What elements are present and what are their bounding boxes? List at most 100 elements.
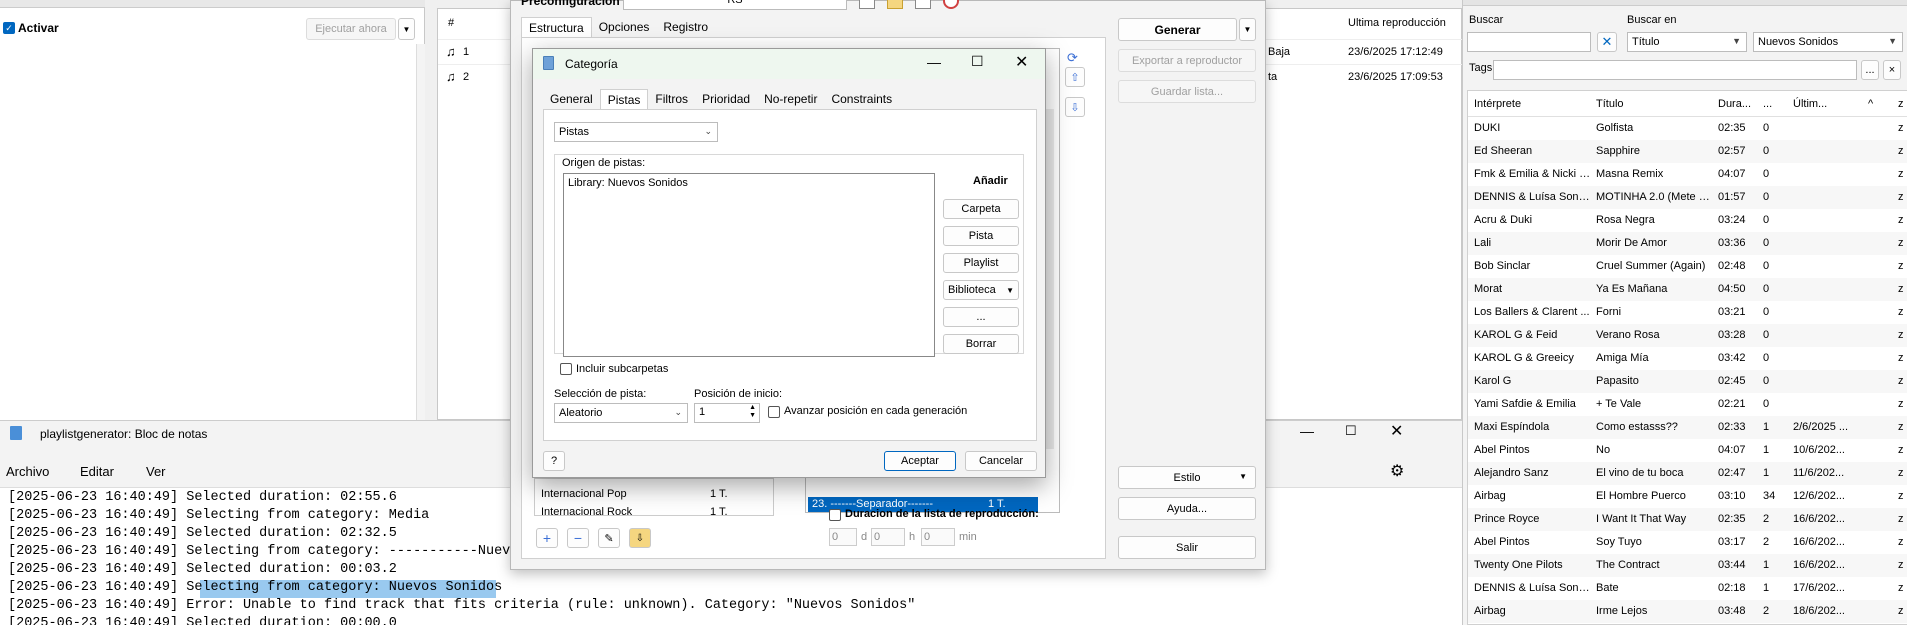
table-row[interactable]: Morat Ya Es Mañana 04:50 0 z	[1468, 278, 1907, 301]
borrar-button[interactable]: Borrar	[943, 334, 1019, 354]
category-list[interactable]: Internacional Pop 1 T. Internacional Roc…	[534, 478, 774, 516]
avanzar-checkbox[interactable]	[768, 406, 780, 418]
estilo-button[interactable]: Estilo ▼	[1118, 466, 1256, 489]
buscar-en-select[interactable]: Título ▼	[1627, 32, 1747, 52]
table-row[interactable]: Lali Morir De Amor 03:36 0 z	[1468, 232, 1907, 255]
cancelar-button[interactable]: Cancelar	[965, 451, 1037, 471]
tab-registro[interactable]: Registro	[656, 17, 715, 37]
remove-category-button[interactable]: −	[567, 528, 589, 548]
add-category-button[interactable]: +	[536, 528, 558, 548]
ejecutar-ahora-button[interactable]: Ejecutar ahora	[306, 18, 396, 40]
origen-item[interactable]: Library: Nuevos Sonidos	[568, 177, 688, 189]
notepad-maximize-button[interactable]: ☐	[1345, 423, 1357, 439]
table-row[interactable]: Ed Sheeran Sapphire 02:57 0 z	[1468, 140, 1907, 163]
duracion-minutes-field[interactable]: 0	[921, 528, 955, 546]
search-input[interactable]	[1467, 32, 1591, 52]
exportar-button[interactable]: Exportar a reproductor	[1118, 49, 1256, 72]
table-row[interactable]: DENNIS & Luísa Sonz... MOTINHA 2.0 (Mete …	[1468, 186, 1907, 209]
pista-button[interactable]: Pista	[943, 226, 1019, 246]
table-row[interactable]: Abel Pintos No 04:07 1 10/6/202... z	[1468, 439, 1907, 462]
duracion-hours-field[interactable]: 0	[871, 528, 905, 546]
header-ultima[interactable]: Últim...	[1793, 91, 1827, 117]
tab-estructura[interactable]: Estructura	[521, 17, 592, 37]
tab-filtros[interactable]: Filtros	[648, 89, 695, 109]
table-row[interactable]: Acru & Duki Rosa Negra 03:24 0 z	[1468, 209, 1907, 232]
ayuda-button[interactable]: Ayuda...	[1118, 497, 1256, 520]
table-row[interactable]: Yami Safdie & Emilia + Te Vale 02:21 0 z	[1468, 393, 1907, 416]
delete-icon[interactable]	[943, 0, 959, 9]
duracion-days-field[interactable]: 0	[829, 528, 857, 546]
move-up-button[interactable]: ⇧	[1065, 67, 1085, 87]
table-row[interactable]: Los Ballers & Clarent ... Forni 03:21 0 z	[1468, 301, 1907, 324]
guardar-lista-button[interactable]: Guardar lista...	[1118, 80, 1256, 103]
table-row[interactable]: Abel Pintos Soy Tuyo 03:17 2 16/6/202... z	[1468, 531, 1907, 554]
origen-listbox[interactable]: Library: Nuevos Sonidos	[563, 173, 935, 357]
notepad-menu-archivo[interactable]: Archivo	[6, 464, 49, 479]
import-category-button[interactable]: ⇩	[629, 528, 651, 548]
toolbar-icon[interactable]	[859, 0, 875, 9]
playlist-button[interactable]: Playlist	[943, 253, 1019, 273]
notepad-close-button[interactable]: ✕	[1390, 421, 1403, 441]
tab-general[interactable]: General	[543, 89, 600, 109]
settings-gear-icon[interactable]: ⚙	[1390, 461, 1404, 481]
list-icon[interactable]	[915, 0, 931, 9]
incluir-subcarpetas-checkbox[interactable]	[560, 363, 572, 375]
tab-pistas[interactable]: Pistas	[599, 89, 649, 109]
source-type-select[interactable]: Pistas ⌄	[554, 122, 718, 142]
table-row[interactable]: Karol G Papasito 02:45 0 z	[1468, 370, 1907, 393]
aceptar-button[interactable]: Aceptar	[884, 451, 956, 471]
generar-dropdown-button[interactable]: ▼	[1239, 18, 1256, 41]
clear-search-button[interactable]: ✕	[1597, 32, 1617, 52]
table-row[interactable]: DUKI Golfista 02:35 0 z	[1468, 117, 1907, 140]
generar-button[interactable]: Generar	[1118, 18, 1237, 41]
library-select[interactable]: Nuevos Sonidos ▼	[1753, 32, 1903, 52]
activar-checkbox[interactable]: ✓	[3, 22, 15, 34]
header-duracion[interactable]: Dura...	[1718, 91, 1751, 117]
carpeta-button[interactable]: Carpeta	[943, 199, 1019, 219]
plays-cell: 0	[1763, 214, 1770, 226]
folder-icon[interactable]	[887, 0, 903, 9]
maximize-icon[interactable]: ☐	[971, 53, 984, 70]
table-row[interactable]: Airbag El Hombre Puerco 03:10 34 12/6/202...…	[1468, 485, 1907, 508]
tab-no-repetir[interactable]: No-repetir	[757, 89, 824, 109]
close-icon[interactable]: ✕	[1015, 52, 1028, 72]
table-row[interactable]: Twenty One Pilots The Contract 03:44 1 16/6/…	[1468, 554, 1907, 577]
notepad-menu-ver[interactable]: Ver	[146, 464, 166, 479]
table-row[interactable]: Prince Royce I Want It That Way 02:35 2 16/6…	[1468, 508, 1907, 531]
table-row[interactable]: KAROL G & Greeicy Amiga Mía 03:42 0 z	[1468, 347, 1907, 370]
posicion-spinner[interactable]: 1 ▲ ▼	[694, 403, 760, 423]
move-down-button[interactable]: ⇩	[1065, 97, 1085, 117]
left-panel-scrollbar[interactable]	[416, 44, 425, 420]
biblioteca-button[interactable]: Biblioteca ▼	[943, 280, 1019, 300]
tags-more-button[interactable]: ...	[1861, 60, 1879, 80]
minimize-icon[interactable]: —	[927, 54, 941, 70]
table-row[interactable]: Alejandro Sanz El vino de tu boca 02:47 1 11…	[1468, 462, 1907, 485]
seleccion-select[interactable]: Aleatorio ⌄	[554, 403, 688, 423]
table-row[interactable]: Fmk & Emilia & Nicki Ni... Masna Remix 04:…	[1468, 163, 1907, 186]
salir-button[interactable]: Salir	[1118, 536, 1256, 559]
ejecutar-dropdown-button[interactable]: ▼	[398, 18, 415, 40]
tags-input[interactable]	[1493, 60, 1857, 80]
table-row[interactable]: Bob Sinclar Cruel Summer (Again) 02:48 0 z	[1468, 255, 1907, 278]
header-interprete[interactable]: Intérprete	[1474, 91, 1521, 117]
duracion-checkbox[interactable]	[829, 509, 841, 521]
help-button[interactable]: ?	[543, 451, 565, 471]
table-row[interactable]: Maxi Espíndola Como estasss?? 02:33 1 2/6/20…	[1468, 416, 1907, 439]
tags-clear-button[interactable]: ×	[1883, 60, 1901, 80]
table-row[interactable]: KAROL G & Feid Verano Rosa 03:28 0 z	[1468, 324, 1907, 347]
more-button[interactable]: ...	[943, 307, 1019, 327]
tab-constraints[interactable]: Constraints	[824, 89, 899, 109]
notepad-menu-editar[interactable]: Editar	[80, 464, 114, 479]
preset-select[interactable]: RS	[623, 0, 847, 10]
refresh-icon[interactable]: ⟳	[1067, 50, 1078, 66]
extra-cell: z	[1898, 168, 1904, 180]
tab-prioridad[interactable]: Prioridad	[695, 89, 757, 109]
notepad-minimize-button[interactable]: —	[1300, 423, 1314, 439]
header-plays[interactable]: ...	[1763, 91, 1772, 117]
edit-category-button[interactable]: ✎	[598, 528, 620, 548]
table-row[interactable]: Airbag Irme Lejos 03:48 2 18/6/202... z	[1468, 600, 1907, 623]
header-titulo[interactable]: Título	[1596, 91, 1624, 117]
tab-opciones[interactable]: Opciones	[592, 17, 657, 37]
spinner-arrows-icon[interactable]: ▲ ▼	[749, 404, 756, 420]
table-row[interactable]: DENNIS & Luísa Sonz... Bate 02:18 1 17/6/202…	[1468, 577, 1907, 600]
